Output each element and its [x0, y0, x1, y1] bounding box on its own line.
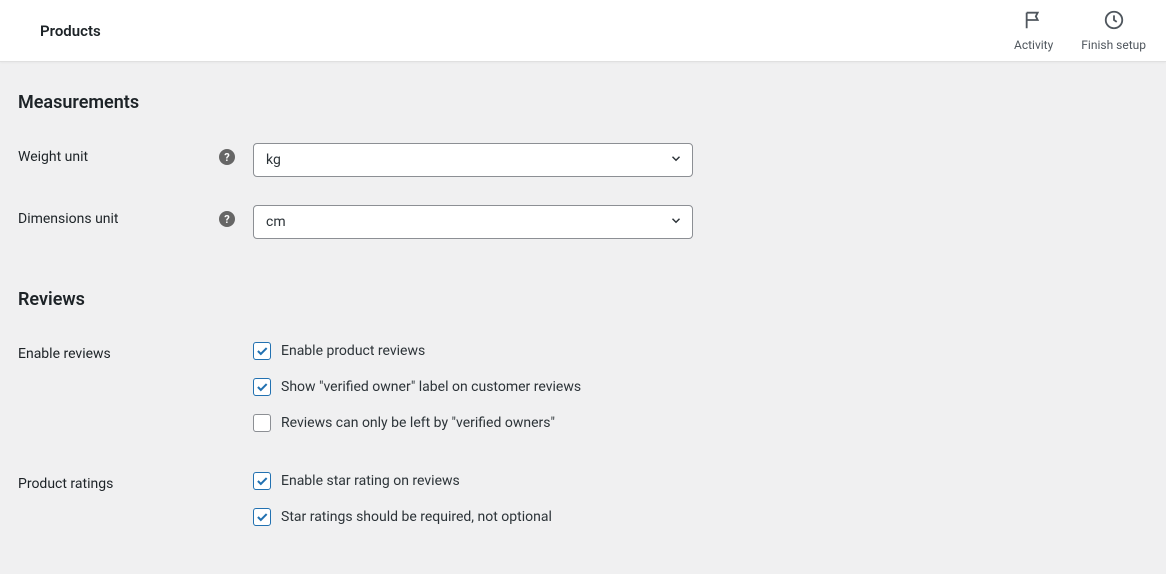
enable-reviews-options: Enable product reviews Show "verified ow… [253, 340, 581, 432]
enable-reviews-label: Enable reviews [18, 346, 235, 362]
dimensions-unit-select[interactable]: cm [253, 205, 693, 239]
enable-star-rating-label: Enable star rating on reviews [281, 473, 460, 489]
help-icon[interactable]: ? [219, 211, 235, 227]
verified-owner-label-row: Show "verified owner" label on customer … [253, 378, 581, 396]
star-ratings-required-label: Star ratings should be required, not opt… [281, 509, 552, 525]
enable-product-reviews-row: Enable product reviews [253, 342, 581, 360]
check-icon [255, 510, 269, 524]
topbar: Products Activity Finish setup [0, 0, 1166, 62]
finish-setup-label: Finish setup [1081, 38, 1146, 52]
check-icon [255, 474, 269, 488]
product-ratings-label-wrap: Product ratings [18, 470, 253, 492]
star-ratings-required-checkbox[interactable] [253, 508, 271, 526]
verified-owner-label-checkbox[interactable] [253, 378, 271, 396]
activity-label: Activity [1014, 38, 1053, 52]
reviews-heading: Reviews [18, 289, 1148, 310]
product-ratings-options: Enable star rating on reviews Star ratin… [253, 470, 552, 526]
verified-owners-only-label: Reviews can only be left by "verified ow… [281, 415, 555, 431]
weight-unit-label-wrap: Weight unit ? [18, 143, 253, 165]
check-icon [255, 344, 269, 358]
enable-product-reviews-checkbox[interactable] [253, 342, 271, 360]
enable-star-rating-checkbox[interactable] [253, 472, 271, 490]
weight-unit-label: Weight unit [18, 149, 219, 165]
clock-icon [1103, 9, 1125, 34]
star-ratings-required-row: Star ratings should be required, not opt… [253, 508, 552, 526]
dimensions-unit-control: cm [253, 205, 693, 239]
verified-owners-only-checkbox[interactable] [253, 414, 271, 432]
activity-button[interactable]: Activity [1014, 9, 1053, 52]
product-ratings-label: Product ratings [18, 476, 235, 492]
verified-owners-only-row: Reviews can only be left by "verified ow… [253, 414, 581, 432]
enable-product-reviews-label: Enable product reviews [281, 343, 425, 359]
dimensions-unit-select-wrap: cm [253, 205, 693, 239]
enable-star-rating-row: Enable star rating on reviews [253, 472, 552, 490]
enable-reviews-label-wrap: Enable reviews [18, 340, 253, 362]
dimensions-unit-value: cm [266, 214, 286, 230]
page-title: Products [40, 22, 101, 40]
dimensions-unit-row: Dimensions unit ? cm [18, 205, 1148, 239]
topbar-actions: Activity Finish setup [1014, 9, 1146, 52]
verified-owner-label-text: Show "verified owner" label on customer … [281, 379, 581, 395]
enable-reviews-row: Enable reviews Enable product reviews Sh… [18, 340, 1148, 432]
measurements-heading: Measurements [18, 92, 1148, 113]
help-icon[interactable]: ? [219, 149, 235, 165]
flag-icon [1023, 9, 1045, 34]
weight-unit-select[interactable]: kg [253, 143, 693, 177]
dimensions-unit-label-wrap: Dimensions unit ? [18, 205, 253, 227]
content: Measurements Weight unit ? kg Dimensions… [0, 62, 1166, 574]
finish-setup-button[interactable]: Finish setup [1081, 9, 1146, 52]
product-ratings-row: Product ratings Enable star rating on re… [18, 470, 1148, 526]
weight-unit-control: kg [253, 143, 693, 177]
weight-unit-row: Weight unit ? kg [18, 143, 1148, 177]
dimensions-unit-label: Dimensions unit [18, 211, 219, 227]
weight-unit-select-wrap: kg [253, 143, 693, 177]
weight-unit-value: kg [266, 152, 281, 168]
check-icon [255, 380, 269, 394]
